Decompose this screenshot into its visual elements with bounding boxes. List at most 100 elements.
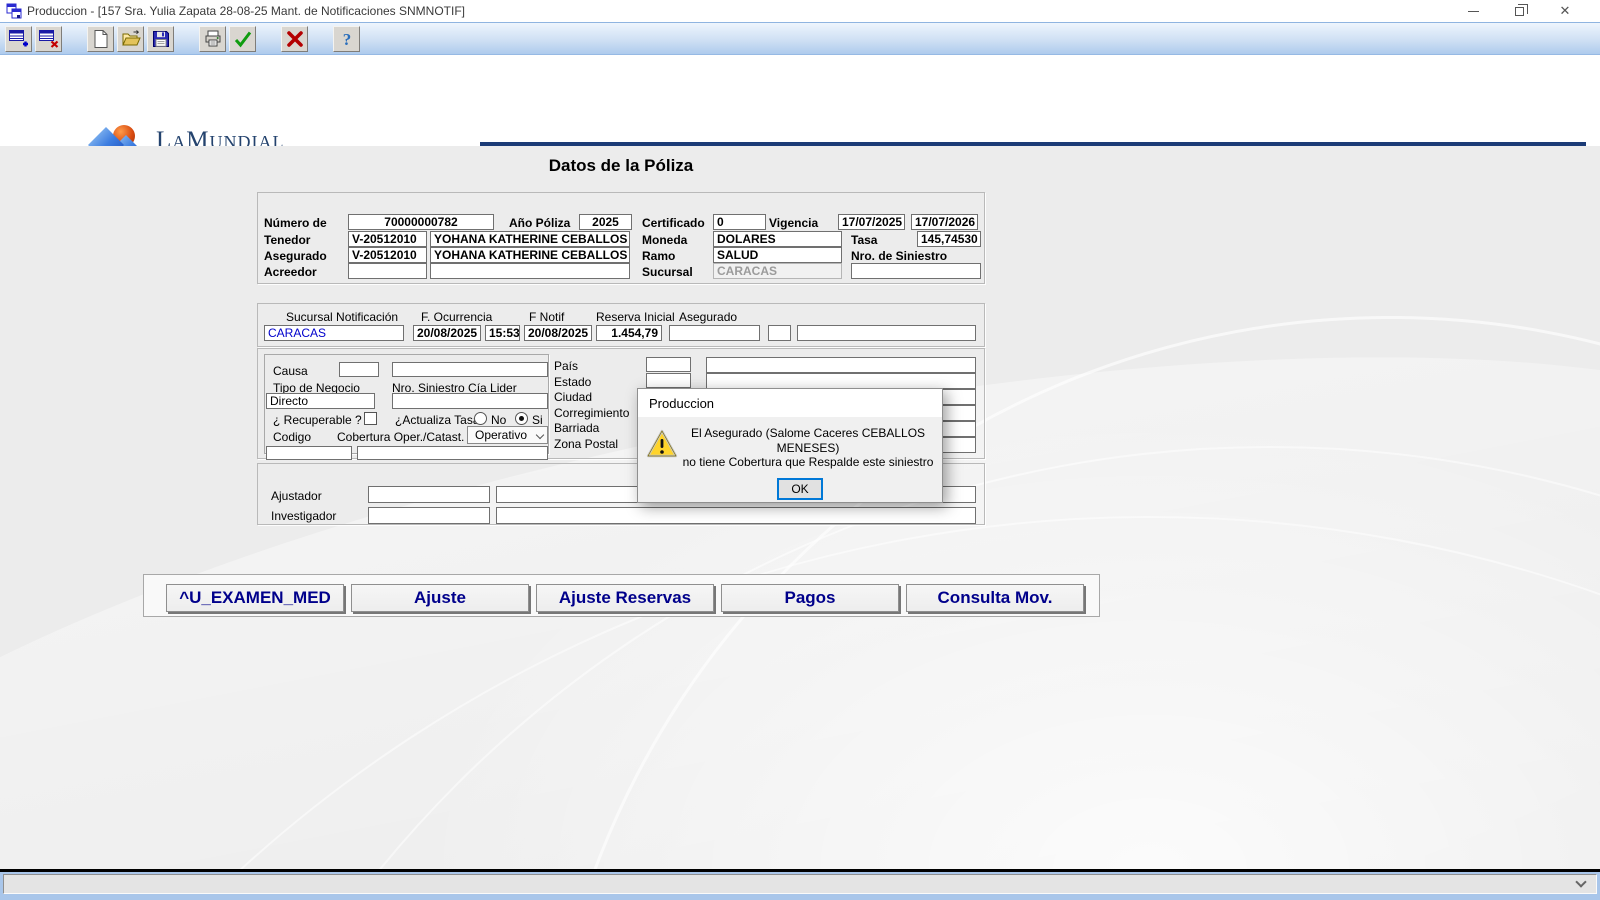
- minimize-button[interactable]: [1450, 0, 1496, 22]
- tasa-label: Tasa: [851, 233, 877, 247]
- tipo-negocio-field[interactable]: Directo: [266, 393, 375, 409]
- help-button[interactable]: ?: [333, 26, 360, 52]
- restore-button[interactable]: [1496, 0, 1542, 22]
- causa-desc-field[interactable]: [392, 362, 548, 377]
- investigador-nombre-field[interactable]: [496, 507, 976, 524]
- sucursal-label: Sucursal: [642, 265, 693, 279]
- cobertura-tipo-dropdown[interactable]: Operativo: [467, 426, 548, 444]
- nro-cia-lider-field[interactable]: [392, 393, 548, 409]
- vigencia-label: Vigencia: [769, 216, 818, 230]
- moneda-field[interactable]: DOLARES: [713, 231, 842, 247]
- ajuste-button[interactable]: Ajuste: [351, 584, 529, 612]
- asegurado-cod-field[interactable]: [669, 325, 760, 341]
- investigador-cod-field[interactable]: [368, 507, 490, 524]
- moneda-label: Moneda: [642, 233, 687, 247]
- sucursal-notif-field[interactable]: CARACAS: [264, 325, 404, 341]
- actualiza-tasa-si-label: Si: [532, 413, 543, 427]
- wave-decoration: [0, 516, 1600, 869]
- asegurado-notif-label: Asegurado: [679, 310, 737, 324]
- cobertura-tipo-value: Operativo: [475, 428, 527, 442]
- notification-fieldset: Sucursal Notificación F. Ocurrencia F No…: [257, 303, 985, 347]
- actualiza-tasa-no-label: No: [491, 413, 506, 427]
- tenedor-id-field[interactable]: V-20512010: [348, 231, 427, 247]
- pais-field[interactable]: [706, 357, 976, 373]
- app-window: Produccion - [157 Sra. Yulia Zapata 28-0…: [0, 0, 1600, 900]
- window-controls: ✕: [1450, 0, 1588, 22]
- estado-label: Estado: [554, 375, 591, 389]
- window-frame-bottom: [0, 872, 1600, 900]
- open-folder-button[interactable]: [117, 26, 144, 52]
- warning-icon: [646, 429, 678, 459]
- nro-siniestro-field[interactable]: [851, 263, 981, 279]
- cancel-button[interactable]: [281, 26, 308, 52]
- f-notif-field[interactable]: 20/08/2025: [524, 325, 592, 341]
- dialog-title-bar: Produccion: [638, 389, 942, 417]
- asegurado-id-field[interactable]: V-20512010: [348, 247, 427, 263]
- status-chevron-down-icon[interactable]: [1575, 876, 1586, 887]
- ajustador-cod-field[interactable]: [368, 486, 490, 503]
- ajuste-reservas-button[interactable]: Ajuste Reservas: [536, 584, 714, 612]
- actualiza-tasa-no-radio[interactable]: [474, 412, 487, 425]
- asegurado-tipo-field[interactable]: [768, 325, 791, 341]
- delete-record-button[interactable]: [35, 26, 62, 52]
- minimize-icon: [1468, 11, 1479, 12]
- f-ocurrencia-label: F. Ocurrencia: [421, 310, 492, 324]
- numero-poliza-field[interactable]: 70000000782: [348, 214, 494, 230]
- recuperable-label: ¿ Recuperable ?: [273, 413, 362, 427]
- asegurado-label: Asegurado: [264, 249, 327, 263]
- actualiza-tasa-si-radio[interactable]: [515, 412, 528, 425]
- pais-label: País: [554, 359, 578, 373]
- ano-poliza-label: Año Póliza: [509, 216, 570, 230]
- tenedor-label: Tenedor: [264, 233, 310, 247]
- check-icon: [233, 29, 253, 49]
- title-bar: Produccion - [157 Sra. Yulia Zapata 28-0…: [0, 0, 1600, 22]
- tasa-field[interactable]: 145,74530: [917, 231, 981, 247]
- actions-bar: ^U_EXAMEN_MED Ajuste Ajuste Reservas Pag…: [143, 574, 1100, 617]
- save-icon: [151, 29, 171, 49]
- dialog-message-line1: El Asegurado (Salome Caceres CEBALLOS ME…: [678, 426, 938, 455]
- numero-label: Número de: [264, 216, 327, 230]
- estado-field[interactable]: [706, 373, 976, 389]
- cobertura-label: Cobertura Oper./Catast.: [337, 430, 464, 444]
- vigencia-desde-field[interactable]: 17/07/2025: [838, 214, 905, 230]
- recuperable-checkbox[interactable]: [364, 412, 377, 425]
- toolbar: ?: [0, 22, 1600, 55]
- confirm-button[interactable]: [229, 26, 256, 52]
- pais-cod-field[interactable]: [646, 357, 691, 372]
- sucursal-notif-label: Sucursal Notificación: [286, 310, 398, 324]
- reserva-inicial-field[interactable]: 1.454,79: [596, 325, 662, 341]
- delete-record-icon: [38, 28, 59, 49]
- causa-cod-field[interactable]: [339, 362, 379, 377]
- f-ocurrencia-field[interactable]: 20/08/2025: [413, 325, 481, 341]
- app-icon: [6, 3, 22, 19]
- ano-poliza-field[interactable]: 2025: [579, 214, 632, 230]
- ramo-field[interactable]: SALUD: [713, 247, 842, 263]
- corregimiento-label: Corregimiento: [554, 406, 629, 420]
- hora-ocurrencia-field[interactable]: 15:53: [485, 325, 520, 341]
- add-record-button[interactable]: [5, 26, 32, 52]
- produccion-dialog: Produccion El Asegurado (Salome Caceres …: [637, 388, 943, 503]
- asegurado-nombre-field[interactable]: YOHANA KATHERINE CEBALLOS: [430, 247, 630, 263]
- consulta-mov-button[interactable]: Consulta Mov.: [906, 584, 1084, 612]
- pagos-button[interactable]: Pagos: [721, 584, 899, 612]
- close-button[interactable]: ✕: [1542, 0, 1588, 22]
- policy-fieldset: Número de 70000000782 Año Póliza 2025 Ce…: [257, 192, 985, 284]
- save-button[interactable]: [147, 26, 174, 52]
- estado-cod-field[interactable]: [646, 373, 691, 388]
- examen-med-button[interactable]: ^U_EXAMEN_MED: [166, 584, 344, 612]
- certificado-field[interactable]: 0: [713, 214, 766, 230]
- cobertura-field[interactable]: [357, 446, 548, 460]
- ok-button[interactable]: OK: [777, 478, 823, 500]
- codigo-field[interactable]: [266, 446, 352, 460]
- vigencia-hasta-field[interactable]: 17/07/2026: [911, 214, 978, 230]
- new-document-button[interactable]: [87, 26, 114, 52]
- tenedor-nombre-field[interactable]: YOHANA KATHERINE CEBALLOS: [430, 231, 630, 247]
- ciudad-label: Ciudad: [554, 390, 592, 404]
- acreedor-nombre-field[interactable]: [430, 263, 630, 279]
- cancel-x-icon: [285, 29, 305, 49]
- print-button[interactable]: [199, 26, 226, 52]
- acreedor-id-field[interactable]: [348, 263, 427, 279]
- asegurado-nombre-notif-field[interactable]: [797, 325, 976, 341]
- acreedor-label: Acreedor: [264, 265, 317, 279]
- reserva-inicial-label: Reserva Inicial: [596, 310, 675, 324]
